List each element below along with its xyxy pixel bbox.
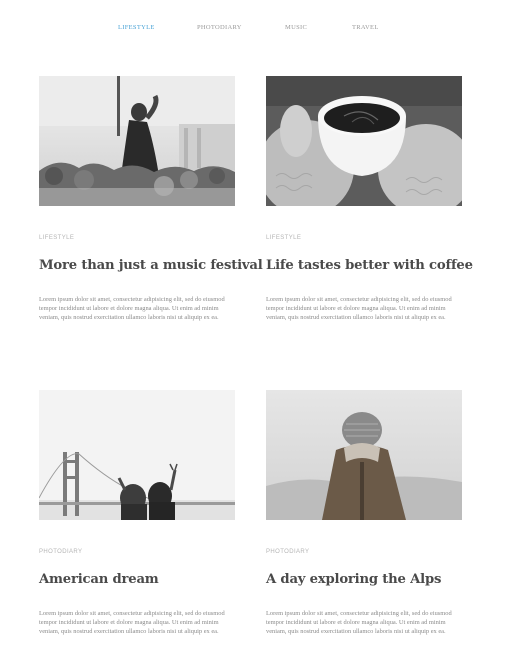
post-category[interactable]: LIFESTYLE — [266, 235, 301, 241]
nav-link-lifestyle[interactable]: LIFESTYLE — [118, 24, 155, 31]
post-card-american-dream: PHOTODIARY American dream Lorem ipsum do… — [39, 390, 235, 635]
post-category[interactable]: LIFESTYLE — [39, 235, 74, 241]
post-excerpt: Lorem ipsum dolor sit amet, consectetur … — [266, 296, 452, 321]
post-image-coffee-cup[interactable] — [266, 76, 462, 206]
post-excerpt: Lorem ipsum dolor sit amet, consectetur … — [266, 610, 452, 635]
post-title[interactable]: More than just a music festival — [39, 258, 263, 273]
post-category[interactable]: PHOTODIARY — [39, 549, 82, 555]
post-card-alps: PHOTODIARY A day exploring the Alps Lore… — [266, 390, 462, 635]
nav-link-photodiary[interactable]: PHOTODIARY — [197, 24, 242, 31]
post-image-golden-gate[interactable] — [39, 390, 235, 520]
post-excerpt: Lorem ipsum dolor sit amet, consectetur … — [39, 296, 225, 321]
nav-link-music[interactable]: MUSIC — [285, 24, 307, 31]
top-navigation: LIFESTYLE PHOTODIARY MUSIC TRAVEL — [0, 24, 526, 38]
post-title[interactable]: A day exploring the Alps — [266, 572, 466, 587]
post-category[interactable]: PHOTODIARY — [266, 549, 309, 555]
post-image-concert-crowd[interactable] — [39, 76, 235, 206]
post-excerpt: Lorem ipsum dolor sit amet, consectetur … — [39, 610, 225, 635]
nav-link-travel[interactable]: TRAVEL — [352, 24, 379, 31]
post-title[interactable]: Life tastes better with coffee — [266, 258, 473, 273]
post-title[interactable]: American dream — [39, 572, 239, 587]
post-card-music-festival: LIFESTYLE More than just a music festiva… — [39, 76, 263, 321]
post-card-coffee: LIFESTYLE Life tastes better with coffee… — [266, 76, 473, 321]
post-image-hiker[interactable] — [266, 390, 462, 520]
